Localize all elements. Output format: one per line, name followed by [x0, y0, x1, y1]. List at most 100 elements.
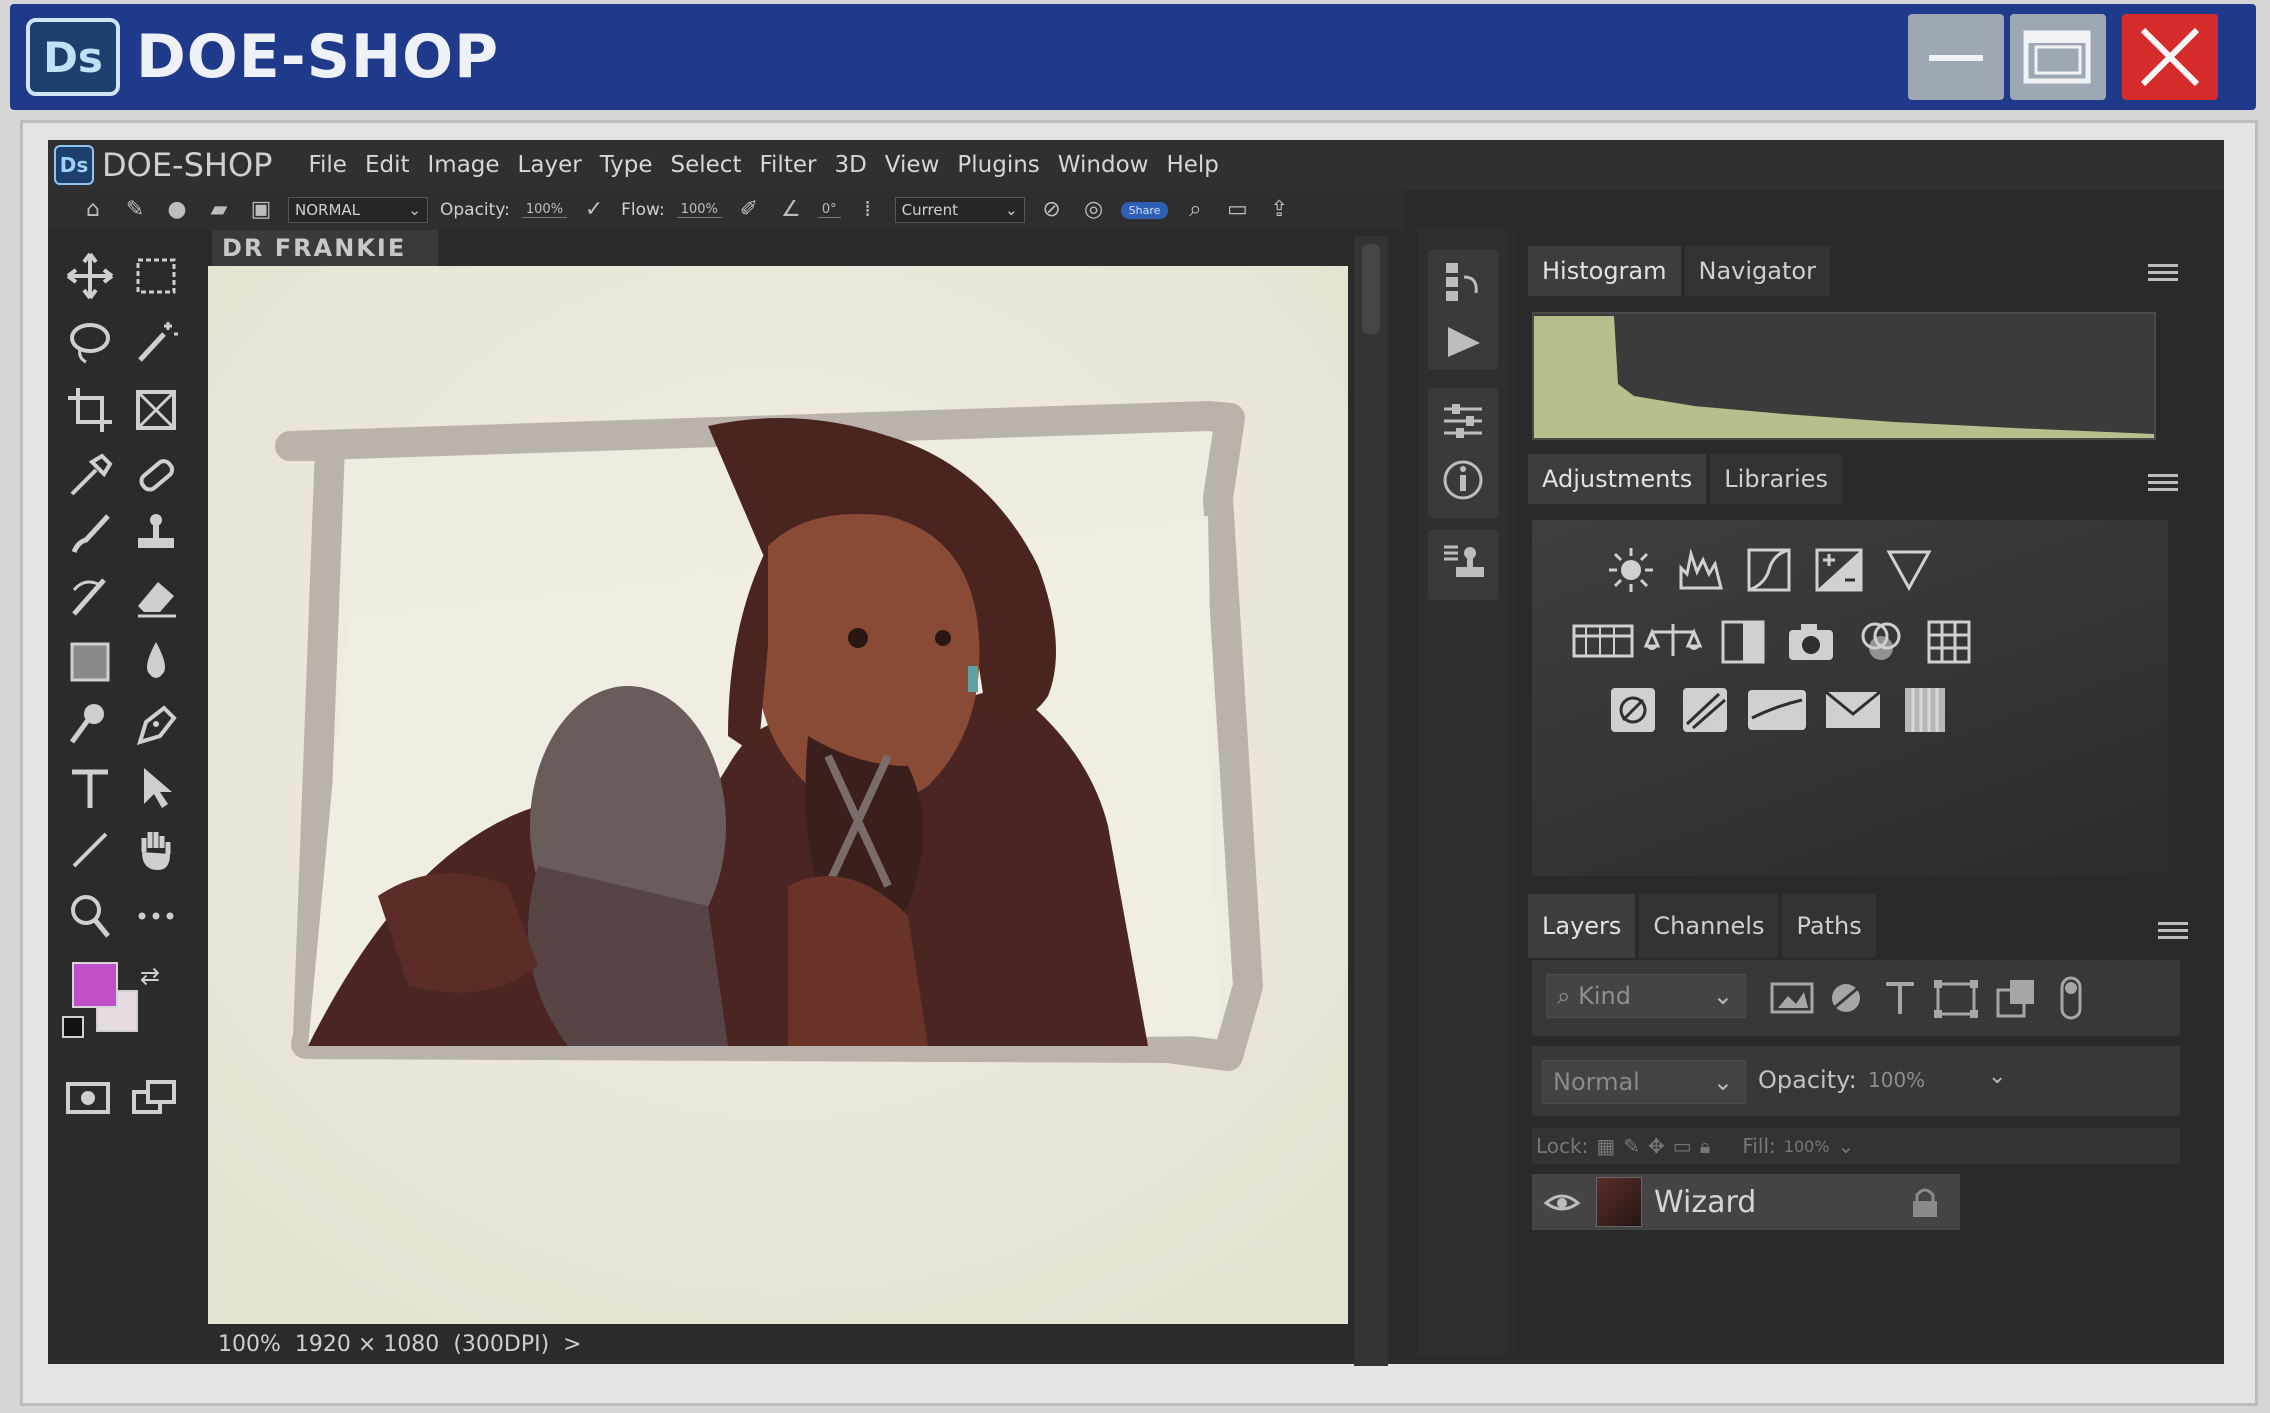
tab-paths[interactable]: Paths [1782, 894, 1876, 958]
fill-field[interactable]: 100% [1784, 1137, 1830, 1156]
flow-field[interactable]: 100% [676, 202, 722, 218]
zoom-level[interactable]: 100% [218, 1332, 281, 1357]
chevron-down-icon[interactable]: ⌄ [1988, 1064, 2006, 1089]
filter-image-icon[interactable] [1770, 980, 1814, 1016]
angle-field[interactable]: 0° [817, 202, 841, 218]
menu-file[interactable]: File [308, 152, 347, 178]
vertical-scrollbar[interactable] [1354, 236, 1388, 1366]
more-tools[interactable] [126, 888, 186, 944]
brush-preset-icon[interactable]: ✎ [120, 196, 150, 224]
menu-plugins[interactable]: Plugins [957, 152, 1039, 178]
type-tool[interactable] [60, 760, 120, 816]
opacity-field[interactable]: 100% [521, 202, 568, 218]
exposure-adjustment[interactable] [1808, 542, 1870, 598]
menu-select[interactable]: Select [671, 152, 742, 178]
scrollbar-thumb[interactable] [1362, 244, 1380, 334]
healing-brush-tool[interactable] [126, 448, 186, 504]
close-button[interactable] [2122, 14, 2218, 100]
menu-window[interactable]: Window [1058, 152, 1149, 178]
brush-size-icon[interactable]: ● [162, 196, 192, 224]
menu-3d[interactable]: 3D [834, 152, 866, 178]
history-panel-button[interactable] [1433, 254, 1493, 310]
menu-edit[interactable]: Edit [365, 152, 410, 178]
tab-histogram[interactable]: Histogram [1528, 246, 1681, 296]
eye-icon[interactable] [1542, 1187, 1582, 1217]
crop-tool[interactable] [60, 382, 120, 438]
brush-settings-icon[interactable]: ▰ [204, 196, 234, 224]
layer-opacity-field[interactable]: 100% [1868, 1068, 1925, 1092]
search-icon[interactable]: ⌕ [1180, 196, 1210, 224]
gradient-map-adjustment[interactable] [1822, 682, 1884, 738]
export-icon[interactable]: ⇪ [1264, 196, 1294, 224]
lock-artboard-icon[interactable]: ▭ [1673, 1134, 1692, 1158]
symmetry-icon[interactable]: ⁞ [853, 196, 883, 224]
marquee-tool[interactable] [126, 248, 186, 304]
channel-mixer-adjustment[interactable] [1850, 614, 1912, 670]
filter-type-icon[interactable] [1882, 978, 1918, 1018]
default-colors-icon[interactable] [62, 1016, 84, 1038]
foreground-color-swatch[interactable] [72, 962, 118, 1008]
pressure-opacity-icon[interactable]: ✓ [579, 196, 609, 224]
eraser-tool[interactable] [126, 568, 186, 624]
panel-menu-icon[interactable] [2148, 260, 2178, 286]
ignore-adjustments-icon[interactable]: ⊘ [1037, 196, 1067, 224]
minimize-button[interactable] [1908, 14, 2004, 100]
lasso-tool[interactable] [60, 314, 120, 370]
status-more-button[interactable]: > [563, 1332, 581, 1357]
clone-stamp-tool[interactable] [126, 506, 186, 562]
lock-pixels-icon[interactable]: ✎ [1623, 1134, 1640, 1158]
hue-saturation-adjustment[interactable] [1572, 614, 1634, 670]
threshold-adjustment[interactable] [1746, 682, 1808, 738]
menu-help[interactable]: Help [1166, 152, 1218, 178]
filter-shape-icon[interactable] [1934, 978, 1978, 1018]
airbrush-icon[interactable]: ✐ [734, 196, 764, 224]
info-panel-button[interactable] [1433, 452, 1493, 508]
curves-adjustment[interactable] [1738, 542, 1800, 598]
photo-filter-adjustment[interactable] [1780, 614, 1842, 670]
tab-layers[interactable]: Layers [1528, 894, 1636, 958]
layer-item[interactable]: Wizard [1532, 1174, 1960, 1230]
frame-tool[interactable] [126, 382, 186, 438]
workspace-icon[interactable]: ▭ [1222, 196, 1252, 224]
home-icon[interactable]: ⌂ [78, 196, 108, 224]
blend-mode-select[interactable]: NORMAL ⌄ [288, 197, 428, 223]
layer-kind-select[interactable]: ⌕ Kind ⌄ [1546, 974, 1746, 1018]
eyedropper-tool[interactable] [60, 448, 120, 504]
color-balance-adjustment[interactable] [1642, 614, 1704, 670]
clone-source-panel-button[interactable] [1433, 534, 1493, 590]
brush-tool[interactable] [60, 506, 120, 562]
dodge-tool[interactable] [60, 696, 120, 752]
layer-blend-select[interactable]: Normal ⌄ [1542, 1060, 1746, 1104]
heal-icon[interactable]: ◎ [1079, 196, 1109, 224]
properties-panel-button[interactable] [1433, 392, 1493, 448]
lock-transparency-icon[interactable]: ▦ [1596, 1134, 1615, 1158]
lock-all-icon[interactable]: 🔒︎ [1700, 1134, 1711, 1158]
menu-layer[interactable]: Layer [518, 152, 582, 178]
levels-adjustment[interactable] [1670, 542, 1732, 598]
sample-select[interactable]: Current ⌄ [894, 197, 1025, 223]
tab-navigator[interactable]: Navigator [1684, 246, 1830, 296]
chevron-down-icon[interactable]: ⌄ [1838, 1134, 1855, 1158]
swap-colors-icon[interactable]: ⇄ [140, 962, 160, 990]
clone-source-icon[interactable]: ▣ [246, 196, 276, 224]
black-white-adjustment[interactable] [1712, 614, 1774, 670]
history-brush-tool[interactable] [60, 568, 120, 624]
panel-menu-icon[interactable] [2148, 470, 2178, 496]
maximize-button[interactable] [2010, 14, 2106, 100]
path-selection-tool[interactable] [126, 760, 186, 816]
hand-tool[interactable] [126, 822, 186, 878]
blur-tool[interactable] [126, 634, 186, 690]
quick-mask-button[interactable] [58, 1070, 118, 1126]
posterize-adjustment[interactable] [1674, 682, 1736, 738]
menu-image[interactable]: Image [428, 152, 500, 178]
share-button[interactable]: Share [1120, 201, 1169, 219]
document-canvas[interactable] [208, 266, 1348, 1324]
filter-adjustment-icon[interactable] [1828, 980, 1864, 1016]
color-lookup-adjustment[interactable] [1918, 614, 1980, 670]
selective-color-adjustment[interactable] [1894, 682, 1956, 738]
pen-tool[interactable] [126, 696, 186, 752]
move-tool[interactable] [60, 248, 120, 304]
zoom-tool[interactable] [60, 888, 120, 944]
menu-view[interactable]: View [885, 152, 940, 178]
magic-wand-tool[interactable] [126, 314, 186, 370]
